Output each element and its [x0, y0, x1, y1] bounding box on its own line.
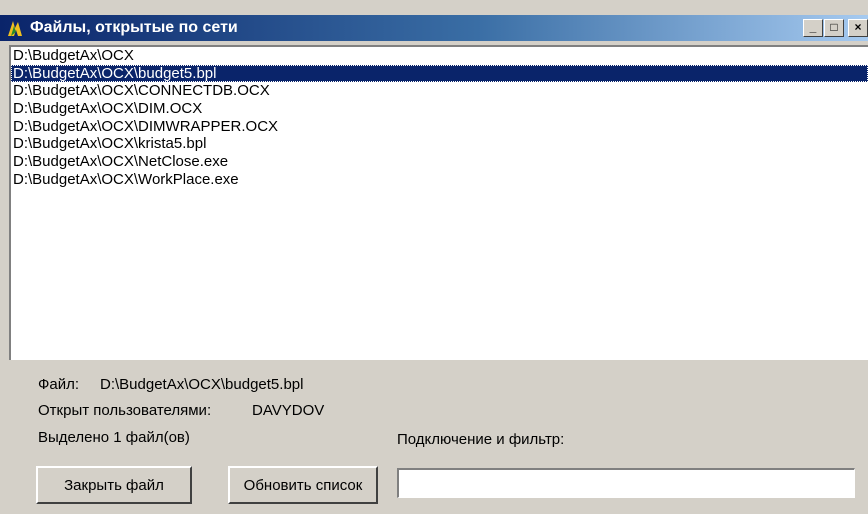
file-value: D:\BudgetAx\OCX\budget5.bpl — [100, 376, 304, 393]
users-label: Открыт пользователями: — [38, 402, 212, 419]
filter-input[interactable] — [397, 468, 855, 498]
list-item[interactable]: D:\BudgetAx\OCX\DIM.OCX — [11, 100, 868, 118]
list-item[interactable]: D:\BudgetAx\OCX\NetClose.exe — [11, 153, 868, 171]
list-item[interactable]: D:\BudgetAx\OCX\krista5.bpl — [11, 135, 868, 153]
list-item[interactable]: D:\BudgetAx\OCX\WorkPlace.exe — [11, 171, 868, 189]
close-file-button[interactable]: Закрыть файл — [36, 466, 192, 504]
list-item[interactable]: D:\BudgetAx\OCX\DIMWRAPPER.OCX — [11, 118, 868, 136]
window-title: Файлы, открытые по сети — [30, 19, 238, 36]
close-button[interactable]: × — [848, 19, 868, 37]
users-value: DAVYDOV — [252, 402, 325, 419]
file-listbox[interactable]: D:\BudgetAx\OCX D:\BudgetAx\OCX\budget5.… — [9, 45, 868, 360]
list-item[interactable]: D:\BudgetAx\OCX — [11, 47, 868, 65]
file-label: Файл: — [38, 376, 80, 393]
refresh-list-button[interactable]: Обновить список — [228, 466, 378, 504]
app-icon — [8, 21, 22, 36]
maximize-button[interactable]: □ — [824, 19, 844, 37]
list-item[interactable]: D:\BudgetAx\OCX\budget5.bpl — [11, 64, 868, 83]
filter-label: Подключение и фильтр: — [397, 431, 565, 448]
main-window: Файлы, открытые по сети _ □ × D:\BudgetA… — [0, 0, 868, 514]
minimize-button[interactable]: _ — [803, 19, 823, 37]
selected-count: Выделено 1 файл(ов) — [38, 429, 190, 446]
list-item[interactable]: D:\BudgetAx\OCX\CONNECTDB.OCX — [11, 82, 868, 100]
title-bar[interactable]: Файлы, открытые по сети _ □ × — [0, 15, 868, 41]
